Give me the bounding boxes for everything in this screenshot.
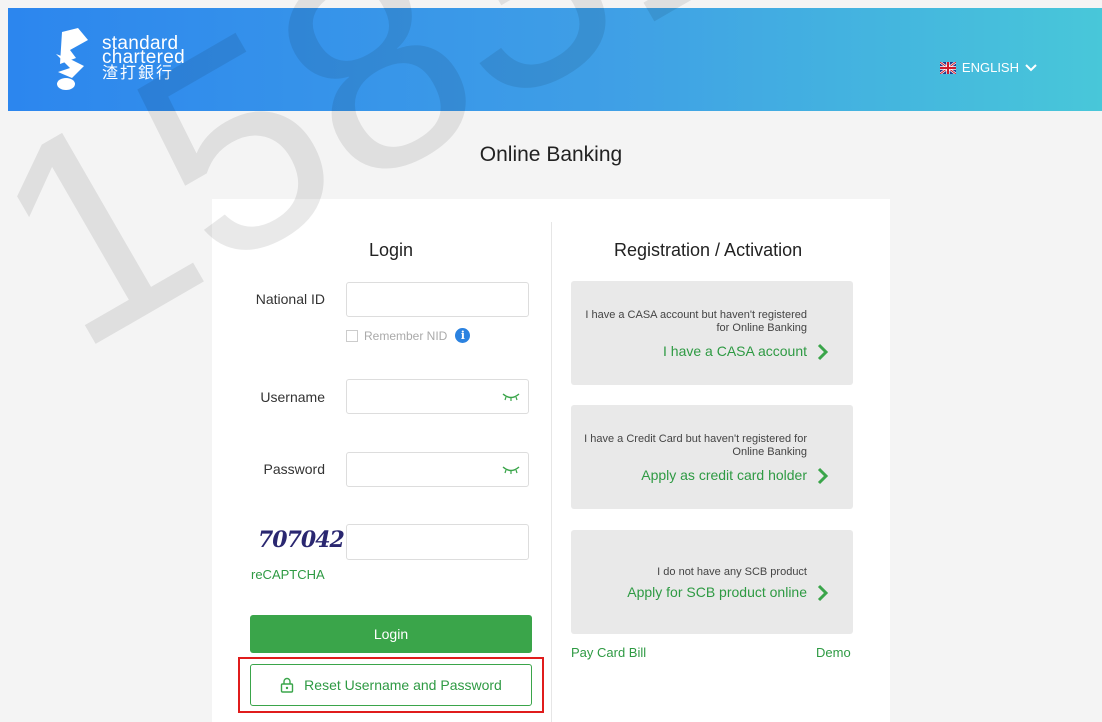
username-input[interactable] bbox=[346, 379, 529, 414]
login-button[interactable]: Login bbox=[250, 615, 532, 653]
brand-line-2: chartered bbox=[102, 47, 185, 68]
card-action-label: Apply for SCB product online bbox=[627, 584, 807, 600]
card-action-label: I have a CASA account bbox=[663, 343, 807, 359]
pay-card-bill-link[interactable]: Pay Card Bill bbox=[571, 645, 646, 660]
uk-flag-icon bbox=[939, 61, 956, 74]
remember-nid-label: Remember NID bbox=[364, 328, 448, 343]
chevron-right-icon bbox=[817, 343, 829, 361]
lock-icon bbox=[280, 677, 294, 693]
casa-account-card[interactable]: I have a CASA account but haven't regist… bbox=[571, 281, 853, 385]
reset-button-label: Reset Username and Password bbox=[304, 677, 502, 693]
info-icon[interactable]: i bbox=[455, 328, 471, 343]
eye-closed-icon[interactable] bbox=[502, 465, 520, 475]
brand-line-3: 渣打銀行 bbox=[102, 65, 175, 82]
registration-title: Registration / Activation bbox=[614, 240, 803, 260]
chevron-down-icon bbox=[1025, 63, 1037, 71]
chevron-right-icon bbox=[817, 467, 829, 485]
login-title: Login bbox=[369, 240, 414, 260]
site-header: standard chartered 渣打銀行 ENGLISH bbox=[8, 8, 1102, 111]
language-label: ENGLISH bbox=[961, 60, 1019, 75]
eye-closed-icon[interactable] bbox=[502, 392, 520, 402]
bank-logo[interactable]: standard chartered 渣打銀行 bbox=[52, 26, 185, 92]
chevron-right-icon bbox=[817, 584, 829, 602]
demo-link[interactable]: Demo bbox=[816, 645, 851, 660]
username-label: Username bbox=[260, 389, 325, 405]
standard-chartered-logo-icon bbox=[56, 28, 88, 90]
national-id-label: National ID bbox=[255, 291, 325, 307]
card-description: I have a CASA account but haven't regist… bbox=[585, 309, 807, 334]
panel-divider bbox=[551, 222, 552, 722]
language-selector[interactable]: ENGLISH bbox=[939, 60, 1037, 75]
national-id-input[interactable] bbox=[346, 282, 529, 317]
remember-nid-checkbox[interactable] bbox=[346, 329, 358, 342]
recaptcha-link[interactable]: reCAPTCHA bbox=[251, 567, 325, 582]
card-action-label: Apply as credit card holder bbox=[641, 467, 807, 483]
captcha-image: 707042 bbox=[258, 527, 345, 553]
reset-credentials-button[interactable]: Reset Username and Password bbox=[250, 664, 532, 706]
password-input[interactable] bbox=[346, 452, 529, 487]
scb-product-card[interactable]: I do not have any SCB product Apply for … bbox=[571, 530, 853, 634]
card-description: I do not have any SCB product bbox=[657, 566, 807, 578]
page-title: Online Banking bbox=[479, 143, 623, 166]
brand-name: standard chartered 渣打銀行 bbox=[102, 34, 185, 82]
credit-card-holder-card[interactable]: I have a Credit Card but haven't registe… bbox=[571, 405, 853, 509]
remember-nid: Remember NID i bbox=[346, 328, 471, 343]
captcha-input[interactable] bbox=[346, 524, 529, 560]
card-description: I have a Credit Card but haven't registe… bbox=[584, 433, 807, 458]
password-label: Password bbox=[263, 461, 325, 477]
